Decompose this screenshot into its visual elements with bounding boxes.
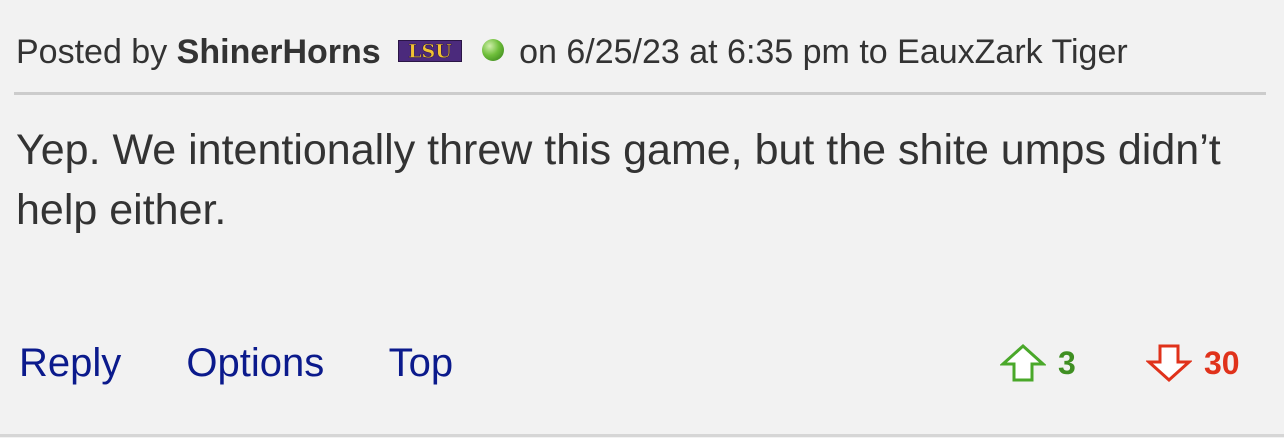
post-bottom-border (0, 434, 1284, 437)
post-actions: Reply Options Top (19, 338, 507, 388)
up-arrow-icon (1000, 343, 1046, 382)
reply-link[interactable]: Reply (19, 341, 121, 385)
options-link[interactable]: Options (186, 341, 324, 385)
upvote-button[interactable]: 3 (1000, 338, 1076, 388)
post-header: Posted by ShinerHorns LSU on 6/25/23 at … (16, 30, 1128, 74)
team-logo-icon: LSU (398, 29, 463, 73)
top-link[interactable]: Top (389, 341, 454, 385)
posted-by-label: Posted by (16, 33, 168, 71)
post-date: on 6/25/23 at 6:35 pm (519, 33, 850, 71)
down-arrow-icon (1146, 344, 1192, 383)
downvote-count: 30 (1204, 344, 1240, 381)
downvote-button[interactable]: 30 (1146, 338, 1240, 388)
post-body: Yep. We intentionally threw this game, b… (16, 126, 1221, 234)
upvote-count: 3 (1058, 344, 1076, 381)
forum-post: Posted by ShinerHorns LSU on 6/25/23 at … (0, 0, 1284, 438)
author-name[interactable]: ShinerHorns (177, 33, 381, 71)
green-dot-icon (481, 39, 504, 62)
header-divider (14, 92, 1266, 95)
team-logo-text: LSU (408, 41, 452, 63)
reply-to[interactable]: to EauxZark Tiger (859, 33, 1127, 71)
